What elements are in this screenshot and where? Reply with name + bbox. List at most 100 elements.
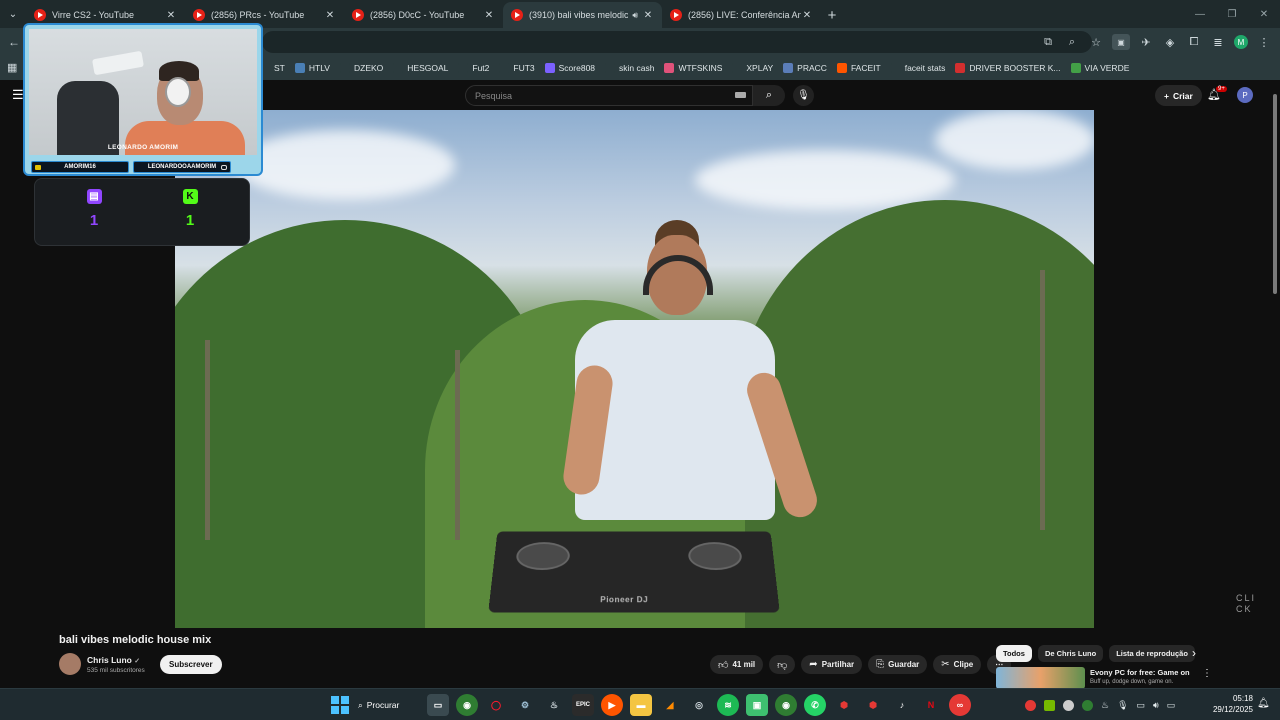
chip-from-channel[interactable]: De Chris Luno bbox=[1037, 645, 1104, 662]
close-tab-icon[interactable]: ✕ bbox=[483, 10, 495, 21]
extension-1-icon[interactable]: ▣ bbox=[1112, 34, 1130, 50]
battery-icon[interactable]: ▭ bbox=[1167, 700, 1176, 711]
file-explorer-icon[interactable]: ▬ bbox=[630, 694, 652, 716]
install-app-icon[interactable]: ⧉ bbox=[1040, 34, 1056, 50]
whatsapp-icon[interactable]: ✆ bbox=[804, 694, 826, 716]
browser-menu-icon[interactable]: ⋮ bbox=[1256, 34, 1272, 50]
recommendation-title[interactable]: Evony PC for free: Game on bbox=[1090, 668, 1190, 677]
search-input[interactable]: Pesquisa bbox=[465, 85, 753, 106]
tab-5[interactable]: (2856) LIVE: Conferência Antev ✕ bbox=[662, 2, 821, 28]
tab-search-icon[interactable]: ⌄ bbox=[0, 0, 26, 28]
netflix-icon[interactable]: N bbox=[920, 694, 942, 716]
spotify-icon[interactable]: ≋ bbox=[717, 694, 739, 716]
video-player[interactable]: Pioneer DJ bbox=[175, 110, 1094, 628]
app-red-icon[interactable]: ⬢ bbox=[862, 694, 884, 716]
channel-avatar[interactable] bbox=[59, 653, 81, 675]
tiktok-icon[interactable]: ♪ bbox=[891, 694, 913, 716]
app-red-icon[interactable]: ⬢ bbox=[833, 694, 855, 716]
taskbar-search[interactable]: ⌕ Procurar bbox=[358, 694, 420, 716]
menu-hamburger-icon[interactable]: ☰ bbox=[12, 87, 24, 103]
bookmark-item[interactable]: DZEKO bbox=[339, 63, 383, 73]
apps-grid-icon[interactable]: ▦ bbox=[7, 61, 17, 74]
reading-list-icon[interactable]: ≣ bbox=[1210, 34, 1226, 50]
volume-icon[interactable]: 🔊︎ bbox=[1153, 700, 1159, 711]
speaker-icon[interactable]: 🔊︎ bbox=[632, 10, 638, 21]
bookmark-item[interactable]: skin cash bbox=[605, 63, 654, 73]
chrome-tray-icon[interactable] bbox=[1082, 699, 1093, 711]
chip-all[interactable]: Todos bbox=[996, 645, 1032, 662]
save-button[interactable]: ⎘ Guardar bbox=[868, 655, 928, 674]
chrome-icon[interactable]: ◉ bbox=[775, 694, 797, 716]
steam-tray-icon[interactable]: ♨ bbox=[1101, 700, 1109, 711]
close-tab-icon[interactable]: ✕ bbox=[642, 10, 654, 21]
create-button[interactable]: + Criar bbox=[1155, 85, 1202, 106]
tab-4-active[interactable]: (3910) bali vibes melodic ho 🔊︎ ✕ bbox=[503, 2, 662, 28]
extensions-puzzle-icon[interactable]: ⧠ bbox=[1186, 34, 1202, 50]
new-tab-button[interactable]: + bbox=[821, 2, 843, 28]
page-scrollbar[interactable] bbox=[1272, 80, 1278, 688]
bookmark-item[interactable]: Score808 bbox=[544, 63, 595, 73]
subscribe-button[interactable]: Subscrever bbox=[160, 655, 222, 674]
close-tab-icon[interactable]: ✕ bbox=[324, 10, 336, 21]
voice-search-button[interactable]: 🎙︎ bbox=[793, 85, 814, 106]
notification-badge: 9+ bbox=[1216, 86, 1227, 92]
bookmark-item[interactable]: WTFSKINS bbox=[664, 63, 722, 73]
display-icon[interactable]: ▭ bbox=[1137, 700, 1146, 711]
close-tab-icon[interactable]: ✕ bbox=[801, 10, 813, 21]
channel-name[interactable]: Chris Luno ✓ bbox=[87, 655, 140, 665]
scrollbar-thumb[interactable] bbox=[1273, 94, 1277, 294]
chip-playlist[interactable]: Lista de reprodução bbox=[1109, 645, 1195, 662]
minimize-icon[interactable]: — bbox=[1184, 0, 1216, 28]
media-player-icon[interactable]: ◢ bbox=[659, 694, 681, 716]
more-vertical-icon[interactable]: ⋮ bbox=[1202, 668, 1212, 679]
steam-icon[interactable]: ♨ bbox=[543, 694, 565, 716]
settings-gear-icon[interactable]: ⚙ bbox=[514, 694, 536, 716]
bookmark-item[interactable]: XPLAY bbox=[732, 63, 773, 73]
extension-3-icon[interactable]: ◈ bbox=[1162, 34, 1178, 50]
bookmark-item[interactable]: DRIVER BOOSTER K... bbox=[955, 63, 1061, 73]
epic-games-icon[interactable]: EPIC bbox=[572, 694, 594, 716]
keyboard-icon[interactable] bbox=[735, 92, 746, 98]
faceit-icon[interactable]: ▶ bbox=[601, 694, 623, 716]
bookmark-item[interactable]: HESGOAL bbox=[393, 63, 448, 73]
bookmark-item[interactable]: Fut2 bbox=[458, 63, 489, 73]
system-clock[interactable]: 05:18 29/12/2025 bbox=[1207, 693, 1253, 715]
task-view-icon[interactable]: ▭ bbox=[427, 694, 449, 716]
close-tab-icon[interactable]: ✕ bbox=[165, 10, 177, 21]
bookmark-item[interactable]: FACEIT bbox=[836, 63, 881, 73]
like-button[interactable]: 👍︎ 41 mil bbox=[710, 655, 764, 674]
opera-icon[interactable]: ◯ bbox=[485, 694, 507, 716]
start-button[interactable] bbox=[329, 694, 351, 716]
app-circle-icon[interactable]: ∞ bbox=[949, 694, 971, 716]
maximize-icon[interactable]: ❐ bbox=[1216, 0, 1248, 28]
chrome-icon[interactable]: ◉ bbox=[456, 694, 478, 716]
extension-2-icon[interactable]: ✈ bbox=[1138, 34, 1154, 50]
clip-button[interactable]: ✂ Clipe bbox=[933, 655, 982, 674]
tray-app-icon[interactable] bbox=[1063, 699, 1074, 711]
cloud bbox=[935, 110, 1094, 170]
dislike-button[interactable]: 👎︎ bbox=[769, 655, 796, 674]
chevron-right-icon[interactable]: › bbox=[1192, 646, 1196, 660]
address-bar[interactable] bbox=[262, 31, 1092, 53]
bookmark-item[interactable]: PRACC bbox=[783, 63, 827, 73]
bookmark-star-icon[interactable]: ☆ bbox=[1088, 34, 1104, 50]
tab-3[interactable]: (2856) D0cC - YouTube ✕ bbox=[344, 2, 503, 28]
search-button[interactable]: ⌕ bbox=[753, 85, 785, 106]
browser-profile-avatar[interactable]: M bbox=[1234, 35, 1248, 49]
bookmark-item[interactable]: VIA VERDE bbox=[1070, 63, 1129, 73]
zoom-icon[interactable]: ⌕ bbox=[1064, 34, 1080, 50]
bookmark-item[interactable]: FUT3 bbox=[499, 63, 535, 73]
bookmark-item[interactable]: faceit stats bbox=[890, 63, 945, 73]
notification-center-icon[interactable]: 🔔︎ bbox=[1257, 698, 1270, 709]
bookmark-item[interactable]: ST bbox=[260, 63, 285, 73]
app-icon[interactable]: ▣ bbox=[746, 694, 768, 716]
share-button[interactable]: ➦ Partilhar bbox=[801, 655, 863, 674]
nvidia-icon[interactable] bbox=[1044, 699, 1055, 711]
close-window-icon[interactable]: ✕ bbox=[1248, 0, 1280, 28]
tray-app-icon[interactable] bbox=[1025, 699, 1036, 711]
youtube-account-avatar[interactable]: P bbox=[1237, 87, 1253, 103]
bookmark-item[interactable]: HTLV bbox=[294, 63, 330, 73]
recommendation-thumbnail[interactable] bbox=[996, 667, 1085, 689]
microphone-icon[interactable]: 🎙︎ bbox=[1117, 700, 1128, 711]
obs-icon[interactable]: ◎ bbox=[688, 694, 710, 716]
